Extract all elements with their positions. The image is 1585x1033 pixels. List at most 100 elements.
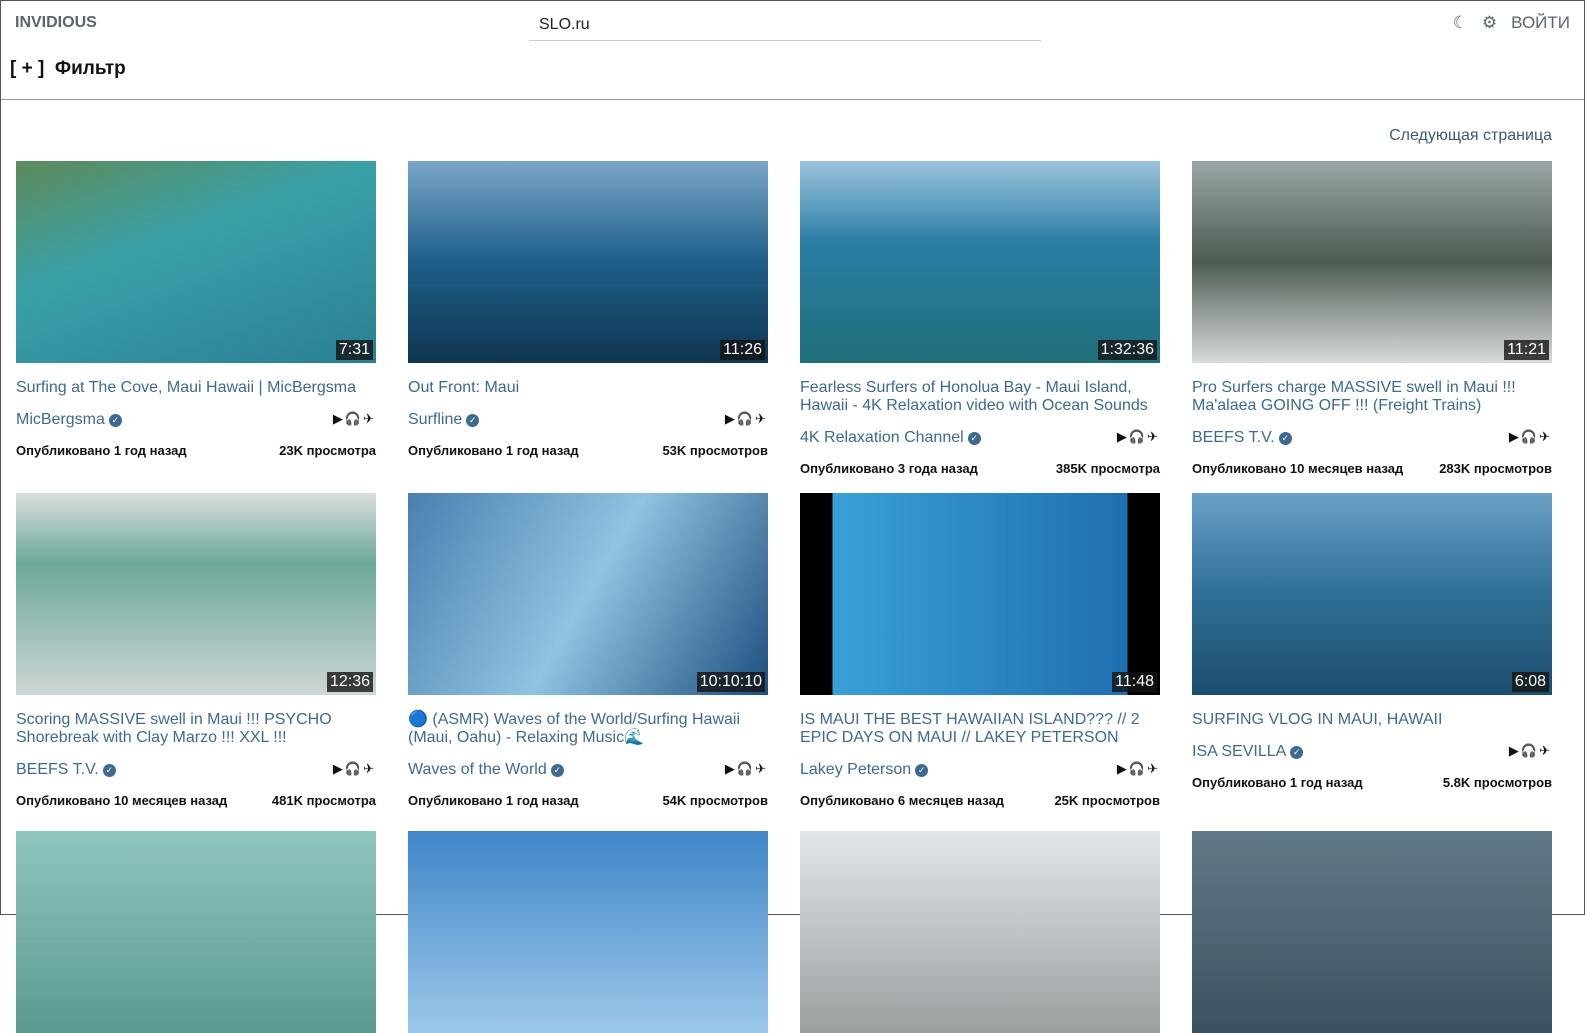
video-title[interactable]: IS MAUI THE BEST HAWAIIAN ISLAND??? // 2… <box>800 711 1160 747</box>
video-thumbnail[interactable]: 10:10:10 <box>408 493 768 695</box>
youtube-icon[interactable]: ▶ <box>725 761 737 776</box>
headphones-icon[interactable]: 🎧 <box>345 411 363 426</box>
logo[interactable]: INVIDIOUS <box>15 14 97 32</box>
video-thumbnail[interactable]: 11:21 <box>1192 161 1552 363</box>
channel-name[interactable]: ISA SEVILLA <box>1192 743 1286 760</box>
search-input[interactable] <box>529 9 1041 41</box>
channel-name[interactable]: BEEFS T.V. <box>16 761 99 778</box>
video-thumbnail[interactable]: 7:31 <box>16 161 376 363</box>
video-thumbnail[interactable]: 12:36 <box>16 493 376 695</box>
video-duration: 11:26 <box>720 340 765 360</box>
plane-icon[interactable]: ✈ <box>1539 743 1552 758</box>
view-count: 23K просмотра <box>279 443 376 458</box>
view-count: 481K просмотра <box>271 793 376 808</box>
view-count: 283K просмотров <box>1439 461 1552 476</box>
headphones-icon[interactable]: 🎧 <box>1521 429 1539 444</box>
video-title[interactable]: Fearless Surfers of Honolua Bay - Maui I… <box>800 379 1160 415</box>
video-card: 1:32:36 Fearless Surfers of Honolua Bay -… <box>800 161 1160 476</box>
video-thumbnail[interactable]: 11:48 <box>800 493 1160 695</box>
plane-icon[interactable]: ✈ <box>363 761 376 776</box>
published-date: Опубликовано 1 год назад <box>408 443 579 458</box>
video-duration: 6:08 <box>1511 672 1549 692</box>
video-card: 10:10:10 🔵 (ASMR) Waves of the World/Surf… <box>408 493 768 808</box>
navbar: INVIDIOUS ☾ ⚙ ВОЙТИ [ + ] Фильтр <box>1 1 1584 100</box>
verified-icon: ✓ <box>466 414 480 427</box>
published-date: Опубликовано 10 месяцев назад <box>16 793 228 808</box>
view-count: 385K просмотра <box>1055 461 1160 476</box>
youtube-icon[interactable]: ▶ <box>1117 429 1129 444</box>
channel-name[interactable]: Lakey Peterson <box>800 761 911 778</box>
channel-name[interactable]: Waves of the World <box>408 761 547 778</box>
video-thumbnail[interactable]: 11:26 <box>408 161 768 363</box>
plane-icon[interactable]: ✈ <box>1147 761 1160 776</box>
verified-icon: ✓ <box>967 432 981 445</box>
login-link[interactable]: ВОЙТИ <box>1511 13 1570 33</box>
video-card: 11:21 Pro Surfers charge MASSIVE swell in… <box>1192 161 1552 476</box>
channel-name[interactable]: BEEFS T.V. <box>1192 429 1275 446</box>
video-card <box>800 831 1160 1033</box>
video-thumbnail[interactable] <box>408 831 768 1033</box>
verified-icon: ✓ <box>915 764 929 777</box>
video-duration: 11:48 <box>1112 672 1157 692</box>
headphones-icon[interactable]: 🎧 <box>1129 429 1147 444</box>
view-count: 25K просмотров <box>1054 793 1160 808</box>
plane-icon[interactable]: ✈ <box>363 411 376 426</box>
video-card <box>408 831 768 1033</box>
verified-icon: ✓ <box>102 764 116 777</box>
published-date: Опубликовано 1 год назад <box>16 443 187 458</box>
headphones-icon[interactable]: 🎧 <box>737 761 755 776</box>
video-card <box>16 831 376 1033</box>
video-thumbnail[interactable] <box>1192 831 1552 1033</box>
filter-toggle[interactable]: [ + ] Фильтр <box>10 58 126 80</box>
video-title[interactable]: Scoring MASSIVE swell in Maui !!! PSYCHO… <box>16 711 376 747</box>
channel-name[interactable]: MicBergsma <box>16 411 105 428</box>
plane-icon[interactable]: ✈ <box>755 761 768 776</box>
headphones-icon[interactable]: 🎧 <box>1129 761 1147 776</box>
next-page-link[interactable]: Следующая страница <box>1389 127 1552 145</box>
video-duration: 12:36 <box>326 672 373 692</box>
plane-icon[interactable]: ✈ <box>1539 429 1552 444</box>
moon-icon[interactable]: ☾ <box>1453 13 1468 33</box>
video-duration: 11:21 <box>1504 340 1549 360</box>
video-title[interactable]: 🔵 (ASMR) Waves of the World/Surfing Hawa… <box>408 711 768 747</box>
video-title[interactable]: Out Front: Maui <box>408 379 768 397</box>
video-thumbnail[interactable]: 1:32:36 <box>800 161 1160 363</box>
channel-name[interactable]: 4K Relaxation Channel <box>800 429 964 446</box>
video-thumbnail[interactable] <box>16 831 376 1033</box>
video-thumbnail[interactable]: 6:08 <box>1192 493 1552 695</box>
published-date: Опубликовано 6 месяцев назад <box>800 793 1005 808</box>
video-duration: 7:31 <box>335 340 373 360</box>
published-date: Опубликовано 10 месяцев назад <box>1192 461 1404 476</box>
verified-icon: ✓ <box>1278 432 1292 445</box>
verified-icon: ✓ <box>108 414 122 427</box>
published-date: Опубликовано 1 год назад <box>1192 775 1363 790</box>
published-date: Опубликовано 1 год назад <box>408 793 579 808</box>
published-date: Опубликовано 3 года назад <box>800 461 978 476</box>
youtube-icon[interactable]: ▶ <box>1509 429 1521 444</box>
view-count: 5.8K просмотров <box>1442 775 1552 790</box>
video-duration: 1:32:36 <box>1097 340 1157 360</box>
video-card: 11:48 IS MAUI THE BEST HAWAIIAN ISLAND???… <box>800 493 1160 808</box>
youtube-icon[interactable]: ▶ <box>333 411 345 426</box>
youtube-icon[interactable]: ▶ <box>333 761 345 776</box>
plane-icon[interactable]: ✈ <box>1147 429 1160 444</box>
video-duration: 10:10:10 <box>696 672 765 692</box>
gear-icon[interactable]: ⚙ <box>1482 13 1497 33</box>
video-card: 6:08 SURFING VLOG IN MAUI, HAWAII ISA SEV… <box>1192 493 1552 790</box>
youtube-icon[interactable]: ▶ <box>1117 761 1129 776</box>
verified-icon: ✓ <box>1290 746 1304 759</box>
video-thumbnail[interactable] <box>800 831 1160 1033</box>
video-title[interactable]: SURFING VLOG IN MAUI, HAWAII <box>1192 711 1552 729</box>
youtube-icon[interactable]: ▶ <box>1509 743 1521 758</box>
video-card: 12:36 Scoring MASSIVE swell in Maui !!! P… <box>16 493 376 808</box>
view-count: 53K просмотров <box>662 443 768 458</box>
headphones-icon[interactable]: 🎧 <box>737 411 755 426</box>
headphones-icon[interactable]: 🎧 <box>1521 743 1539 758</box>
headphones-icon[interactable]: 🎧 <box>345 761 363 776</box>
youtube-icon[interactable]: ▶ <box>725 411 737 426</box>
channel-name[interactable]: Surfline <box>408 411 462 428</box>
view-count: 54K просмотров <box>662 793 768 808</box>
video-title[interactable]: Surfing at The Cove, Maui Hawaii | MicBe… <box>16 379 376 397</box>
plane-icon[interactable]: ✈ <box>755 411 768 426</box>
video-title[interactable]: Pro Surfers charge MASSIVE swell in Maui… <box>1192 379 1552 415</box>
